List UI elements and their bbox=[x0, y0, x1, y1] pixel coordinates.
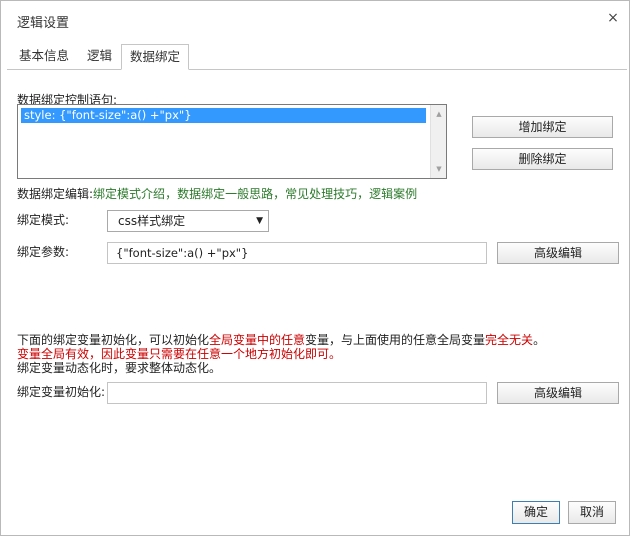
binding-edit-help: 数据绑定编辑:绑定模式介绍，数据绑定一般思路，常见处理技巧，逻辑案例 bbox=[17, 185, 417, 202]
advanced-edit-param-button[interactable]: 高级编辑 bbox=[497, 242, 619, 264]
dropdown-arrow-icon: ▼ bbox=[256, 216, 263, 226]
link-separator: ， bbox=[165, 187, 178, 201]
scroll-down-icon[interactable]: ▼ bbox=[431, 162, 447, 176]
link-separator: ， bbox=[357, 187, 370, 201]
binding-mode-select[interactable]: css样式绑定 ▼ bbox=[107, 210, 269, 232]
init-variable-label: 绑定变量初始化: bbox=[17, 385, 106, 399]
add-binding-button[interactable]: 增加绑定 bbox=[472, 116, 613, 138]
binding-edit-prefix: 数据绑定编辑: bbox=[17, 187, 94, 201]
link-binding-general-idea[interactable]: 数据绑定一般思路 bbox=[177, 187, 273, 201]
scroll-up-icon[interactable]: ▲ bbox=[431, 107, 447, 121]
tab-logic[interactable]: 逻辑 bbox=[79, 44, 120, 70]
init-note-line3: 绑定变量动态化时，要求整体动态化。 bbox=[17, 361, 222, 375]
advanced-edit-init-button[interactable]: 高级编辑 bbox=[497, 382, 619, 404]
tab-basic-info[interactable]: 基本信息 bbox=[11, 44, 77, 70]
note-highlight: 完全无关 bbox=[485, 333, 534, 347]
link-common-tips[interactable]: 常见处理技巧 bbox=[285, 187, 357, 201]
logic-settings-dialog: 逻辑设置 × 基本信息 逻辑 数据绑定 数据绑定控制语句: style: {"f… bbox=[0, 0, 630, 536]
list-scrollbar[interactable]: ▲ ▼ bbox=[430, 105, 446, 178]
binding-mode-label: 绑定模式: bbox=[17, 213, 70, 227]
cancel-button[interactable]: 取消 bbox=[568, 501, 616, 524]
link-logic-cases[interactable]: 逻辑案例 bbox=[369, 187, 417, 201]
binding-list-item[interactable]: style: {"font-size":a() +"px"} bbox=[21, 108, 426, 123]
init-variable-input[interactable] bbox=[107, 382, 487, 404]
link-binding-mode-intro[interactable]: 绑定模式介绍 bbox=[93, 187, 165, 201]
close-icon[interactable]: × bbox=[605, 10, 621, 26]
dialog-title: 逻辑设置 bbox=[17, 16, 70, 31]
binding-param-input[interactable]: {"font-size":a() +"px"} bbox=[107, 242, 487, 264]
binding-mode-value: css样式绑定 bbox=[118, 214, 186, 228]
delete-binding-button[interactable]: 删除绑定 bbox=[472, 148, 613, 170]
binding-statement-list[interactable]: style: {"font-size":a() +"px"} ▲ ▼ bbox=[17, 104, 447, 179]
link-separator: ， bbox=[273, 187, 286, 201]
binding-param-label: 绑定参数: bbox=[17, 245, 70, 259]
note-text: 。 bbox=[533, 333, 546, 347]
tab-data-binding[interactable]: 数据绑定 bbox=[121, 44, 190, 70]
ok-button[interactable]: 确定 bbox=[512, 501, 560, 524]
